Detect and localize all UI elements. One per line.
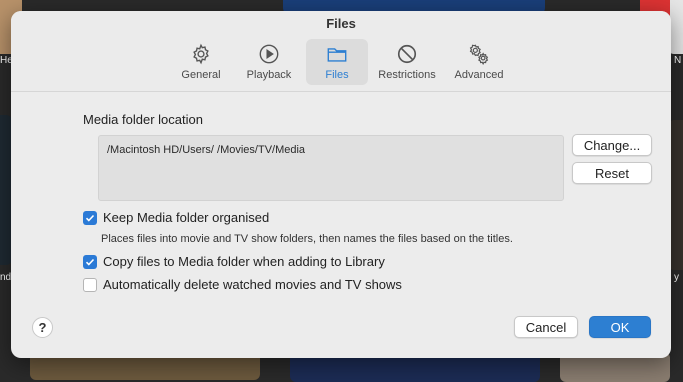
help-button[interactable]: ? (32, 317, 53, 338)
play-icon (259, 44, 279, 64)
ok-button[interactable]: OK (589, 316, 651, 338)
keep-organised-checkbox[interactable] (83, 210, 97, 225)
tab-restrictions[interactable]: Restrictions (374, 39, 440, 85)
auto-delete-label: Automatically delete watched movies and … (103, 277, 402, 292)
files-pane: Media folder location /Macintosh HD/User… (11, 92, 671, 358)
change-button[interactable]: Change... (572, 134, 652, 156)
media-folder-heading: Media folder location (83, 112, 203, 127)
background-label: nd (0, 272, 12, 283)
tab-playback[interactable]: Playback (238, 39, 300, 85)
tab-label: Advanced (454, 69, 504, 81)
copy-files-checkbox[interactable] (83, 254, 97, 269)
background-label: y (674, 272, 679, 283)
dialog-toolbar: Files General Playback Files Restriction… (11, 11, 671, 92)
media-folder-path: /Macintosh HD/Users/ /Movies/TV/Media (98, 135, 564, 201)
tab-general[interactable]: General (170, 39, 232, 85)
cancel-button[interactable]: Cancel (514, 316, 578, 338)
tab-files[interactable]: Files (306, 39, 368, 85)
tab-advanced[interactable]: Advanced (446, 39, 512, 85)
tab-label: Files (325, 69, 349, 81)
checkmark-icon (85, 214, 95, 222)
gear-icon (193, 43, 209, 65)
folder-icon (327, 48, 347, 62)
checkmark-icon (85, 258, 95, 266)
tab-label: General (181, 69, 221, 81)
auto-delete-checkbox[interactable] (83, 277, 97, 292)
tab-label: Restrictions (378, 69, 436, 81)
copy-files-option[interactable]: Copy files to Media folder when adding t… (83, 254, 385, 269)
restrictions-icon (397, 44, 417, 64)
dialog-title: Files (326, 16, 356, 31)
gears-icon (469, 44, 489, 65)
keep-organised-option[interactable]: Keep Media folder organised (83, 210, 269, 225)
copy-files-label: Copy files to Media folder when adding t… (103, 254, 385, 269)
organise-hint: Places files into movie and TV show fold… (101, 233, 513, 245)
background-label: N (674, 55, 682, 66)
auto-delete-option[interactable]: Automatically delete watched movies and … (83, 277, 402, 292)
tab-label: Playback (246, 69, 292, 81)
preferences-dialog: Files General Playback Files Restriction… (11, 11, 671, 358)
preferences-tabs: General Playback Files Restrictions Adva… (11, 39, 671, 85)
keep-organised-label: Keep Media folder organised (103, 210, 270, 225)
reset-button[interactable]: Reset (572, 162, 652, 184)
